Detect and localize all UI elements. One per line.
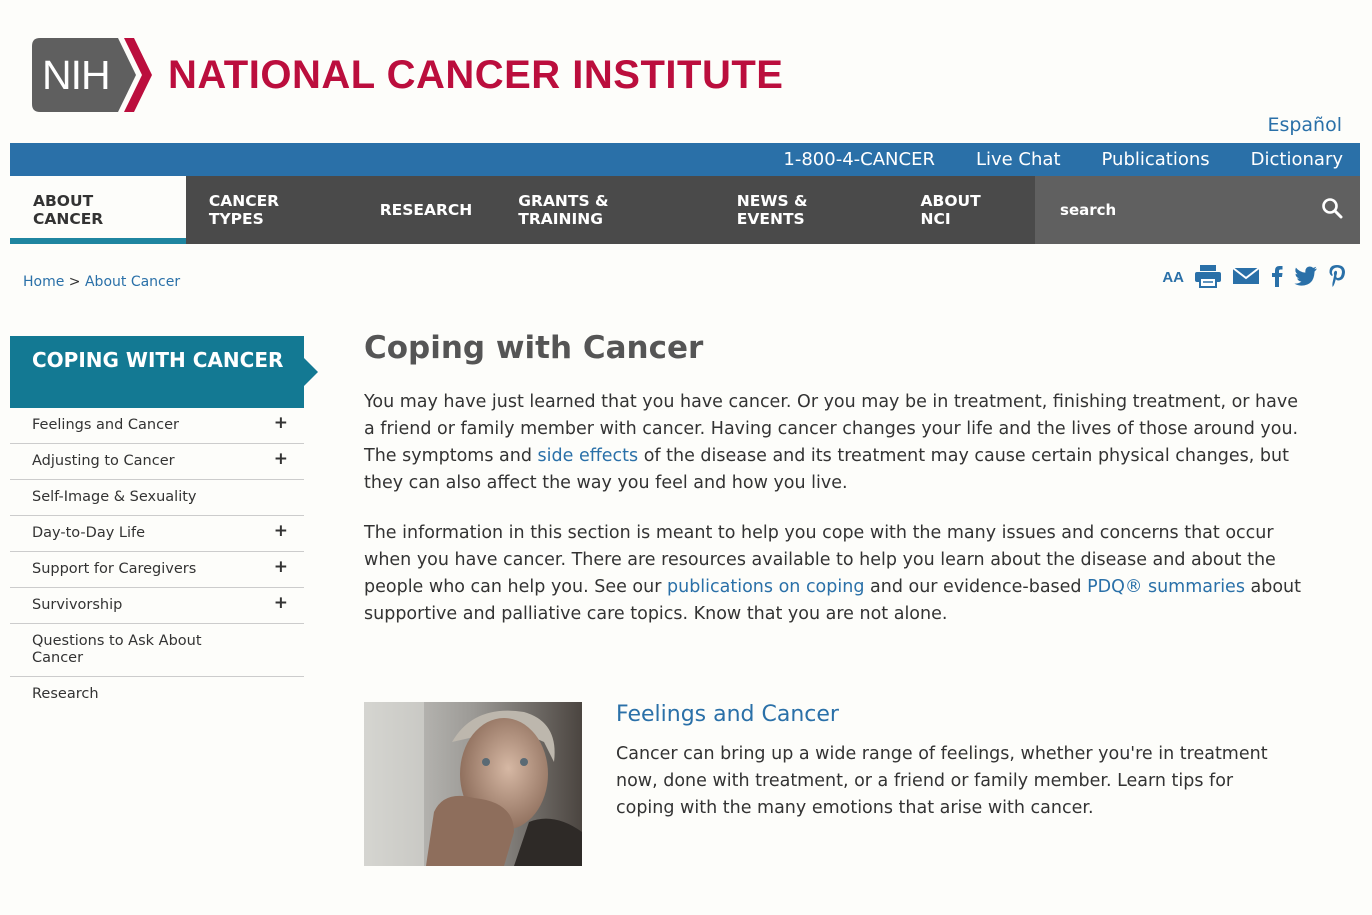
- sidebar-item-feelings-and-cancer[interactable]: Feelings and Cancer +: [10, 408, 304, 444]
- utility-dictionary-link[interactable]: Dictionary: [1251, 149, 1343, 170]
- email-icon[interactable]: [1232, 266, 1260, 290]
- main-nav: ABOUT CANCER CANCER TYPES RESEARCH GRANT…: [10, 176, 1361, 244]
- sidebar-item-label: Day-to-Day Life: [32, 525, 146, 541]
- info-paragraph: The information in this section is meant…: [364, 520, 1314, 628]
- sidebar-item-label: Questions to Ask About Cancer: [32, 633, 202, 666]
- site-logo[interactable]: NIH NATIONAL CANCER INSTITUTE: [32, 38, 783, 112]
- nav-about-cancer[interactable]: ABOUT CANCER: [10, 176, 186, 244]
- utility-live-chat-link[interactable]: Live Chat: [976, 149, 1061, 170]
- search-icon[interactable]: [1321, 197, 1343, 223]
- nih-badge-text: NIH: [42, 52, 111, 98]
- espanol-link[interactable]: Español: [1267, 114, 1342, 136]
- breadcrumb-separator: >: [68, 274, 81, 290]
- info-text-middle: and our evidence-based: [864, 577, 1088, 597]
- feature-card: Feelings and Cancer Cancer can bring up …: [364, 702, 1296, 866]
- main-content: Coping with Cancer You may have just lea…: [364, 330, 1314, 628]
- sidebar-item-label: Research: [32, 686, 99, 702]
- sidebar-item-research[interactable]: Research: [10, 677, 304, 712]
- font-resize-icon[interactable]: AA: [1162, 269, 1184, 287]
- sidebar-item-label: Survivorship: [32, 597, 123, 613]
- nav-research[interactable]: RESEARCH: [357, 176, 496, 244]
- page-title: Coping with Cancer: [364, 330, 704, 366]
- utility-bar: 1-800-4-CANCER Live Chat Publications Di…: [10, 143, 1360, 176]
- feature-description: Cancer can bring up a wide range of feel…: [616, 744, 1268, 818]
- breadcrumb-home[interactable]: Home: [23, 274, 64, 290]
- font-resize-label: AA: [1162, 269, 1184, 286]
- sidebar-item-label: Adjusting to Cancer: [32, 453, 175, 469]
- search-box: [1035, 176, 1361, 244]
- breadcrumb-about-cancer[interactable]: About Cancer: [85, 274, 180, 290]
- feature-body: Feelings and Cancer Cancer can bring up …: [616, 702, 1296, 866]
- expand-plus-icon[interactable]: +: [274, 415, 288, 432]
- feature-photo[interactable]: [364, 702, 582, 866]
- feature-title-link[interactable]: Feelings and Cancer: [616, 702, 1296, 727]
- expand-plus-icon[interactable]: +: [274, 559, 288, 576]
- facebook-icon[interactable]: [1270, 265, 1284, 291]
- intro-paragraph: You may have just learned that you have …: [364, 389, 1314, 497]
- sidebar-item-adjusting-to-cancer[interactable]: Adjusting to Cancer +: [10, 444, 304, 480]
- twitter-icon[interactable]: [1294, 266, 1318, 290]
- sidebar-item-survivorship[interactable]: Survivorship +: [10, 588, 304, 624]
- sidebar-item-label: Support for Caregivers: [32, 561, 197, 577]
- nih-badge: NIH: [32, 38, 152, 112]
- print-icon[interactable]: [1194, 264, 1222, 292]
- utility-publications-link[interactable]: Publications: [1102, 149, 1210, 170]
- expand-plus-icon[interactable]: +: [274, 595, 288, 612]
- section-sidebar: COPING WITH CANCER Feelings and Cancer + …: [10, 336, 318, 712]
- page-tools: AA: [1162, 264, 1346, 292]
- side-effects-link[interactable]: side effects: [538, 446, 639, 466]
- pdq-summaries-link[interactable]: PDQ® summaries: [1087, 577, 1245, 597]
- sidebar-list: Feelings and Cancer + Adjusting to Cancer…: [10, 408, 304, 712]
- expand-plus-icon[interactable]: +: [274, 523, 288, 540]
- sidebar-item-support-for-caregivers[interactable]: Support for Caregivers +: [10, 552, 304, 588]
- sidebar-heading[interactable]: COPING WITH CANCER: [10, 336, 318, 408]
- publications-on-coping-link[interactable]: publications on coping: [667, 577, 864, 597]
- search-input[interactable]: [1058, 200, 1322, 220]
- utility-phone-link[interactable]: 1-800-4-CANCER: [783, 149, 935, 170]
- breadcrumb: Home > About Cancer: [23, 274, 180, 290]
- pinterest-icon[interactable]: [1328, 264, 1346, 292]
- nav-grants-training[interactable]: GRANTS & TRAINING: [495, 176, 714, 244]
- sidebar-item-label: Feelings and Cancer: [32, 417, 179, 433]
- sidebar-item-day-to-day-life[interactable]: Day-to-Day Life +: [10, 516, 304, 552]
- nav-cancer-types[interactable]: CANCER TYPES: [186, 176, 357, 244]
- nav-about-nci[interactable]: ABOUT NCI: [898, 176, 1036, 244]
- institute-name: NATIONAL CANCER INSTITUTE: [168, 52, 784, 97]
- sidebar-item-questions-to-ask[interactable]: Questions to Ask About Cancer: [10, 624, 304, 677]
- sidebar-item-label: Self-Image & Sexuality: [32, 489, 197, 505]
- sidebar-item-self-image-sexuality[interactable]: Self-Image & Sexuality: [10, 480, 304, 516]
- nav-news-events[interactable]: NEWS & EVENTS: [714, 176, 898, 244]
- expand-plus-icon[interactable]: +: [274, 451, 288, 468]
